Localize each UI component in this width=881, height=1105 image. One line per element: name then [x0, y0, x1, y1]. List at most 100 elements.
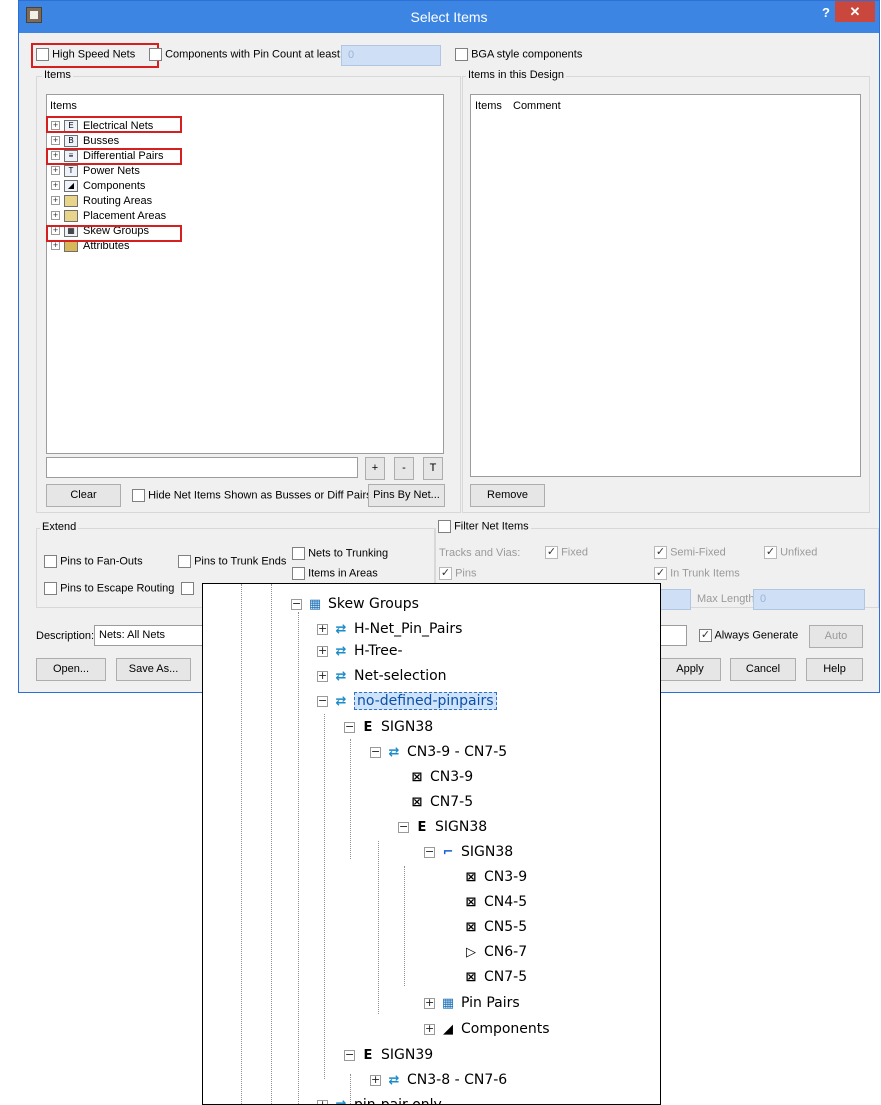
pins-escape-option[interactable]: Pins to Escape Routing — [44, 582, 174, 595]
expand-icon[interactable]: + — [51, 211, 60, 220]
tree-node-sign38[interactable]: − E SIGN38 — [398, 816, 487, 838]
tree-item-components[interactable]: + ◢ Components — [51, 178, 145, 193]
auto-button[interactable]: Auto — [809, 625, 863, 648]
save-as-button[interactable]: Save As... — [116, 658, 191, 681]
tree-item-busses[interactable]: + B Busses — [51, 133, 119, 148]
always-generate-checkbox[interactable] — [699, 629, 712, 642]
expand-icon[interactable]: + — [317, 623, 328, 635]
cancel-button[interactable]: Cancel — [730, 658, 796, 681]
expand-icon[interactable]: + — [317, 645, 328, 657]
max-length-input[interactable]: 0 — [753, 589, 865, 610]
items-filter-input[interactable] — [46, 457, 358, 478]
pins-trunk-ends-checkbox[interactable] — [178, 555, 191, 568]
expand-icon[interactable]: + — [51, 166, 60, 175]
items-in-areas-option[interactable]: Items in Areas — [292, 567, 378, 580]
pin-count-checkbox[interactable] — [149, 48, 162, 61]
tree-node-pin[interactable]: ⊠ CN5-5 — [462, 916, 528, 938]
tree-node-pin[interactable]: ▷ CN6-7 — [462, 941, 527, 963]
expand-icon[interactable]: + — [51, 181, 60, 190]
collapse-icon[interactable]: − — [317, 695, 328, 707]
pins-fanouts-option[interactable]: Pins to Fan-Outs — [44, 555, 143, 568]
tree-node-cn3-9-cn7-5[interactable]: − ⇄ CN3-9 - CN7-5 — [370, 741, 507, 763]
description-input[interactable]: Nets: All Nets — [94, 625, 209, 646]
expand-icon[interactable]: + — [317, 1099, 328, 1104]
extra-option[interactable] — [181, 582, 194, 595]
pins-by-net-button[interactable]: Pins By Net... — [368, 484, 445, 507]
expand-icon[interactable]: + — [51, 136, 60, 145]
pin-count-input[interactable]: 0 — [341, 45, 441, 66]
tree-node-pin[interactable]: ⊠ CN3-9 — [408, 766, 474, 788]
tree-node-h-net-pin-pairs[interactable]: + ⇄ H-Net_Pin_Pairs — [317, 618, 462, 640]
in-trunk-items-checkbox[interactable] — [654, 567, 667, 580]
tree-node-pin[interactable]: ⊠ CN3-9 — [462, 866, 528, 888]
pins-filter-checkbox[interactable] — [439, 567, 452, 580]
collapse-icon[interactable]: − — [398, 821, 409, 833]
collapse-icon[interactable]: − — [291, 598, 302, 610]
pins-escape-checkbox[interactable] — [44, 582, 57, 595]
items-in-areas-checkbox[interactable] — [292, 567, 305, 580]
collapse-icon[interactable]: − — [370, 746, 381, 758]
always-generate-option[interactable]: Always Generate — [699, 629, 798, 642]
pins-fanouts-checkbox[interactable] — [44, 555, 57, 568]
help-button[interactable]: Help — [806, 658, 863, 681]
description-input-tail[interactable] — [659, 625, 687, 646]
clear-button[interactable]: Clear — [46, 484, 121, 507]
open-button[interactable]: Open... — [36, 658, 106, 681]
tree-node-h-tree[interactable]: + ⇄ H-Tree- — [317, 640, 403, 662]
in-trunk-items-option[interactable]: In Trunk Items — [654, 567, 740, 580]
expand-icon[interactable]: + — [424, 1023, 435, 1035]
filter-net-items-option[interactable]: Filter Net Items — [436, 520, 531, 533]
hide-net-items-checkbox[interactable] — [132, 489, 145, 502]
collapse-icon[interactable]: − — [424, 846, 435, 858]
tree-node-pin[interactable]: ⊠ CN7-5 — [462, 966, 528, 988]
tree-node-pin-pairs[interactable]: + ▦ Pin Pairs — [424, 992, 520, 1014]
t-button[interactable]: T — [423, 457, 443, 480]
expand-icon[interactable]: + — [51, 196, 60, 205]
tree-node-pin[interactable]: ⊠ CN4-5 — [462, 891, 528, 913]
fixed-checkbox[interactable] — [545, 546, 558, 559]
add-button[interactable]: + — [365, 457, 385, 480]
fixed-option[interactable]: Fixed — [545, 546, 588, 559]
nets-trunking-checkbox[interactable] — [292, 547, 305, 560]
tree-node-skew-groups[interactable]: − ▦ Skew Groups — [291, 593, 419, 615]
bga-checkbox[interactable] — [455, 48, 468, 61]
tree-node-components[interactable]: + ◢ Components — [424, 1018, 550, 1040]
expand-icon[interactable]: + — [51, 241, 60, 250]
column-comment[interactable]: Comment — [513, 100, 561, 112]
expand-icon[interactable]: + — [370, 1074, 381, 1086]
close-button[interactable]: ✕ — [835, 1, 875, 22]
expand-icon[interactable]: + — [424, 997, 435, 1009]
remove-item-button[interactable]: - — [394, 457, 414, 480]
semi-fixed-checkbox[interactable] — [654, 546, 667, 559]
tree-node-no-defined-pinpairs[interactable]: − ⇄ no-defined-pinpairs — [317, 690, 497, 712]
filter-net-items-checkbox[interactable] — [438, 520, 451, 533]
tree-node-pin[interactable]: ⊠ CN7-5 — [408, 791, 474, 813]
column-items[interactable]: Items — [475, 100, 502, 112]
tree-node-sign38-connection[interactable]: − ⌐ SIGN38 — [424, 841, 513, 863]
pin-count-option[interactable]: Components with Pin Count at least: — [149, 48, 343, 61]
tree-item-placement-areas[interactable]: + Placement Areas — [51, 208, 166, 223]
pins-trunk-ends-option[interactable]: Pins to Trunk Ends — [178, 555, 286, 568]
hide-net-items-option[interactable]: Hide Net Items Shown as Busses or Diff P… — [132, 489, 372, 502]
collapse-icon[interactable]: − — [344, 1049, 355, 1061]
extra-checkbox[interactable] — [181, 582, 194, 595]
title-bar[interactable]: Select Items ? ✕ — [19, 1, 879, 33]
expand-icon[interactable]: + — [317, 670, 328, 682]
unfixed-checkbox[interactable] — [764, 546, 777, 559]
help-icon[interactable]: ? — [822, 5, 830, 20]
collapse-icon[interactable]: − — [344, 721, 355, 733]
pins-filter-option[interactable]: Pins — [439, 567, 476, 580]
remove-button[interactable]: Remove — [470, 484, 545, 507]
tree-item-routing-areas[interactable]: + Routing Areas — [51, 193, 152, 208]
nets-trunking-option[interactable]: Nets to Trunking — [292, 547, 388, 560]
tree-node-net-selection[interactable]: + ⇄ Net-selection — [317, 665, 447, 687]
bga-option[interactable]: BGA style components — [455, 48, 582, 61]
tree-node-cn3-8-cn7-6[interactable]: + ⇄ CN3-8 - CN7-6 — [370, 1069, 507, 1091]
tree-node-sign38[interactable]: − E SIGN38 — [344, 716, 433, 738]
apply-button[interactable]: Apply — [659, 658, 721, 681]
unfixed-option[interactable]: Unfixed — [764, 546, 817, 559]
design-items-list[interactable]: Items Comment — [470, 94, 861, 477]
tree-node-pin-pair-only[interactable]: + ⇄ pin-pair-only — [317, 1094, 442, 1104]
semi-fixed-option[interactable]: Semi-Fixed — [654, 546, 726, 559]
tree-item-power-nets[interactable]: + T Power Nets — [51, 163, 140, 178]
